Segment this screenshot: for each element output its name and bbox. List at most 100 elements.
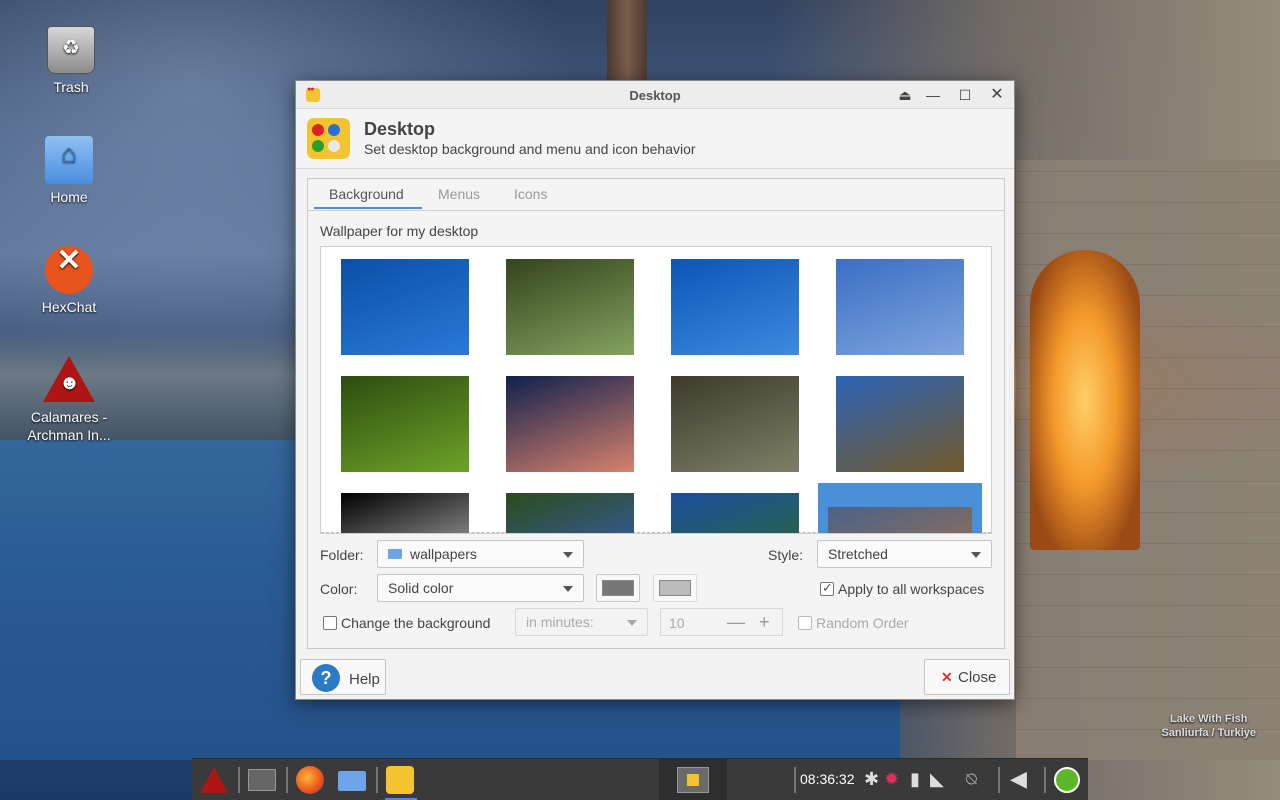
wallpaper-thumbnail-forest-pond[interactable] xyxy=(341,376,469,472)
folder-label: Folder: xyxy=(320,547,364,563)
close-button[interactable]: ✕ Close xyxy=(924,659,1010,695)
desktop-icon-calamares[interactable]: Calamares - Archman In... xyxy=(19,356,119,444)
decrement-icon[interactable]: — xyxy=(727,612,745,633)
notifications-muted-icon[interactable]: ⍉ xyxy=(966,769,977,790)
help-button-label: Help xyxy=(349,671,380,688)
file-manager-icon[interactable] xyxy=(338,771,366,791)
style-value: Stretched xyxy=(828,546,888,562)
wallpaper-caption-location: Sanliurfa / Turkiye xyxy=(1161,727,1256,739)
wallpaper-thumbnail-blue-abstract-1[interactable] xyxy=(341,259,469,355)
style-label: Style: xyxy=(768,547,804,563)
chevron-down-icon xyxy=(563,552,573,558)
primary-color-swatch xyxy=(602,580,634,596)
desktop-settings-icon xyxy=(307,118,350,159)
interval-value: 10 xyxy=(669,615,685,631)
wallpaper-grid[interactable] xyxy=(320,246,992,534)
header-title: Desktop xyxy=(364,119,436,139)
wallpaper-thumbnail-bird-on-wire[interactable] xyxy=(836,259,964,355)
color-mode-value: Solid color xyxy=(388,580,454,596)
wallpaper-thumbnail-tree-field[interactable] xyxy=(836,376,964,472)
taskbar-separator xyxy=(238,767,240,793)
secondary-color-swatch xyxy=(659,580,691,596)
wallpaper-thumbnail-flower[interactable] xyxy=(506,376,634,472)
desktop-icon-home[interactable]: Home xyxy=(19,136,119,206)
desktop-icon-label: Calamares - Archman In... xyxy=(27,409,111,443)
window-titlebar[interactable]: Desktop ⏏ — ☐ ✕ xyxy=(296,81,1014,109)
taskbar-separator xyxy=(794,767,796,793)
taskbar-separator xyxy=(376,767,378,793)
battery-icon[interactable]: ▮ xyxy=(910,769,920,790)
wallpaper-thumbnail-wire-sphere[interactable] xyxy=(341,493,469,533)
change-background-label: Change the background xyxy=(341,615,491,631)
wallpaper-caption-title: Lake With Fish xyxy=(1169,713,1248,725)
desktop-icon-label: Trash xyxy=(53,79,89,95)
dialog-header: Desktop Set desktop background and menu … xyxy=(296,109,1014,169)
desktop-icon-trash[interactable]: Trash xyxy=(21,26,121,96)
close-button-label: Close xyxy=(958,669,997,686)
wallpaper-thumbnail-squirrel[interactable] xyxy=(671,376,799,472)
interval-unit-select[interactable]: in minutes: xyxy=(515,608,648,636)
apply-all-checkbox[interactable] xyxy=(820,580,834,596)
taskbar: 08:36:32 ✱ ✹ ▮ ◣ ⍉ ◀ xyxy=(192,758,1088,800)
chevron-down-icon xyxy=(971,552,981,558)
secondary-color-button[interactable] xyxy=(653,574,697,602)
increment-icon[interactable]: + xyxy=(759,612,770,633)
wallpaper-thumbnail-lake-with-fish[interactable] xyxy=(828,507,972,533)
archman-menu-icon[interactable] xyxy=(200,767,228,793)
workspace-1[interactable] xyxy=(677,767,709,793)
wallpaper-thumbnail-blue-abstract-2[interactable] xyxy=(671,259,799,355)
help-icon: ? xyxy=(312,664,340,692)
minimize-button[interactable]: — xyxy=(923,85,943,105)
apply-all-label: Apply to all workspaces xyxy=(838,581,985,597)
minimize-icon: — xyxy=(926,87,940,103)
wallpaper-label: Wallpaper for my desktop xyxy=(320,223,479,239)
taskbar-separator xyxy=(286,767,288,793)
close-window-button[interactable]: ✕ xyxy=(987,85,1007,105)
change-background-checkbox[interactable] xyxy=(323,616,337,630)
wifi-icon[interactable]: ◣ xyxy=(930,769,944,790)
folder-value: wallpapers xyxy=(410,546,477,562)
firefox-icon[interactable] xyxy=(296,766,324,794)
terminal-icon[interactable] xyxy=(248,769,276,791)
folder-select[interactable]: wallpapers xyxy=(377,540,584,568)
bluetooth-icon[interactable]: ✱ xyxy=(864,769,879,790)
wallpaper-chimney xyxy=(607,0,647,82)
maximize-icon: ☐ xyxy=(958,87,972,103)
color-label: Color: xyxy=(320,581,358,597)
volume-icon[interactable]: ◀ xyxy=(1010,766,1027,792)
interval-spinner[interactable]: 10 — + xyxy=(660,608,783,636)
random-order-checkbox[interactable] xyxy=(798,616,812,630)
wallpaper-lit-window xyxy=(1030,250,1140,550)
home-folder-icon xyxy=(45,136,93,184)
chevron-down-icon xyxy=(627,620,637,626)
wallpaper-thumbnail-leaf-sky[interactable] xyxy=(671,493,799,533)
color-mode-select[interactable]: Solid color xyxy=(377,574,584,602)
trash-icon xyxy=(47,26,95,74)
desktop-settings-taskbar-icon[interactable] xyxy=(386,766,414,794)
tab-background[interactable]: Background xyxy=(329,186,404,202)
update-notifier-icon[interactable]: ✹ xyxy=(884,769,899,790)
maximize-button[interactable]: ☐ xyxy=(955,85,975,105)
tab-icons[interactable]: Icons xyxy=(514,186,547,202)
wallpaper-caption: Lake With Fish Sanliurfa / Turkiye xyxy=(1161,712,1256,740)
wallpaper-thumbnail-butterfly[interactable] xyxy=(506,259,634,355)
taskbar-separator xyxy=(998,767,1000,793)
calamares-installer-icon xyxy=(43,356,95,402)
desktop-settings-window: Desktop ⏏ — ☐ ✕ Desktop Set desktop back… xyxy=(295,80,1015,700)
workspace-pager[interactable] xyxy=(659,759,727,800)
wallpaper-thumbnail-blue-flowers[interactable] xyxy=(506,493,634,533)
desktop-icon-label: Home xyxy=(50,189,88,205)
shade-icon: ⏏ xyxy=(898,87,912,103)
help-button[interactable]: ? Help xyxy=(300,659,386,695)
shade-button[interactable]: ⏏ xyxy=(895,85,915,105)
logout-icon[interactable] xyxy=(1054,767,1080,793)
tab-menus[interactable]: Menus xyxy=(438,186,480,202)
clock[interactable]: 08:36:32 xyxy=(800,771,855,787)
primary-color-button[interactable] xyxy=(596,574,640,602)
desktop-icon-hexchat[interactable]: HexChat xyxy=(19,246,119,316)
style-select[interactable]: Stretched xyxy=(817,540,992,568)
taskbar-separator xyxy=(1044,767,1046,793)
active-tab-indicator xyxy=(314,207,422,209)
desktop-icon-label: HexChat xyxy=(41,299,97,315)
random-order-label: Random Order xyxy=(816,615,909,631)
